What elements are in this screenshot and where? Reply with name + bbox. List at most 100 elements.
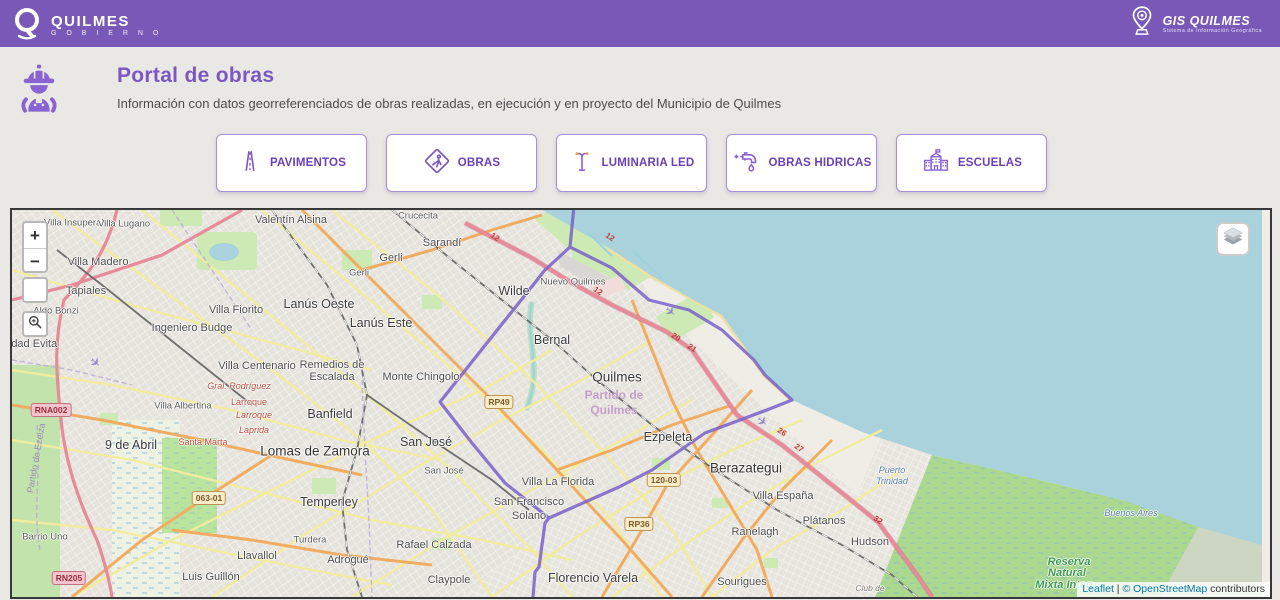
map-label: Villa Madero: [68, 256, 129, 268]
route-badge: 063-01: [192, 491, 226, 505]
map-label: Monte Chingolo: [382, 371, 459, 383]
map-label: Hudson: [851, 536, 889, 548]
map-label: Claypole: [428, 574, 471, 586]
nav-button-label: OBRAS: [458, 157, 501, 169]
leaflet-link[interactable]: Leaflet: [1082, 583, 1114, 595]
gis-pin-icon: [1127, 4, 1157, 43]
road-ref: 21: [686, 342, 698, 354]
route-badge: RNA002: [31, 403, 72, 417]
map-label: Solano: [512, 510, 546, 522]
extent-button[interactable]: [22, 277, 48, 303]
map-label: Lomas de Zamora: [260, 444, 370, 459]
map-label: Villa España: [753, 490, 814, 502]
header-bar: QUILMES G O B I E R N O GIS QUILMES Sist…: [0, 0, 1280, 47]
map-label: Bernal: [534, 333, 570, 347]
map-label: Adrogué: [327, 554, 369, 566]
school-icon: [921, 147, 951, 180]
nav-button-escuelas[interactable]: ESCUELAS: [896, 134, 1047, 192]
map-container[interactable]: Villa InsuperableVilla LuganoValentín Al…: [10, 208, 1272, 599]
map-label: Florencio Varela: [548, 571, 638, 585]
map-label: Llavallol: [237, 550, 277, 562]
layers-button[interactable]: [1216, 222, 1250, 256]
map-overlay: Villa InsuperableVilla LuganoValentín Al…: [12, 210, 1270, 597]
map-label: Villa Albertina: [154, 401, 211, 412]
attribution: Leaflet | © OpenStreetMap contributors: [1077, 582, 1270, 597]
map-label: Trinidad: [876, 476, 908, 486]
nav-button-obras-hidricas[interactable]: OBRAS HIDRICAS: [726, 134, 877, 192]
zoom-in-button[interactable]: +: [24, 223, 46, 249]
map-label: San José: [400, 435, 452, 449]
zoom-out-button[interactable]: −: [24, 249, 46, 274]
map-label: Ciudad Evita: [10, 338, 57, 350]
magnifier-button[interactable]: [22, 311, 48, 337]
map-label: Berazategui: [710, 461, 782, 476]
brand-name: QUILMES: [51, 14, 162, 30]
nav-button-label: PAVIMENTOS: [270, 157, 346, 169]
route-badge: 120-03: [647, 473, 681, 487]
nav-button-obras[interactable]: OBRAS: [386, 134, 537, 192]
route-badge: RP36: [624, 517, 653, 531]
map-label: Escalada: [309, 371, 354, 383]
nav-button-pavimentos[interactable]: PAVIMENTOS: [216, 134, 367, 192]
map-label: Larroque: [236, 410, 272, 420]
map-label: Temperley: [300, 495, 358, 509]
page-subtitle: Información con datos georreferenciados …: [117, 96, 781, 111]
map-label: Buenos Aires: [1104, 508, 1157, 518]
route-badge: RP49: [484, 395, 513, 409]
map-label: San Francisco: [494, 496, 564, 508]
map-label: Banfield: [307, 407, 352, 421]
map-label: Lanús Oeste: [284, 297, 355, 311]
nav-button-label: LUMINARIA LED: [602, 157, 695, 169]
attribution-contributors: contributors: [1207, 583, 1265, 595]
map-label: Sarandí: [423, 237, 462, 249]
nav-button-luminaria-led[interactable]: LUMINARIA LED: [556, 134, 707, 192]
map-label: Remedios de: [300, 359, 365, 371]
map-label: Ezpeleta: [644, 430, 693, 444]
worker-icon: [13, 57, 65, 124]
map-label: Villa Fiorito: [209, 304, 263, 316]
osm-link[interactable]: © OpenStreetMap: [1122, 583, 1207, 595]
map-label: Villa Centenario: [218, 360, 295, 372]
road-ref: 27: [793, 442, 805, 454]
brand-logo[interactable]: QUILMES G O B I E R N O: [10, 5, 162, 46]
map-label: Lanús Este: [350, 316, 413, 330]
map-label: 9 de Abril: [105, 438, 157, 452]
nav-button-label: ESCUELAS: [958, 157, 1022, 169]
road-ref: 20: [670, 331, 682, 343]
search-zoom-icon: [27, 314, 43, 335]
map-label: Laprida: [239, 425, 269, 435]
map-label: Ranelagh: [731, 526, 778, 538]
gis-logo[interactable]: GIS QUILMES Sistema de Información Geogr…: [1127, 4, 1262, 43]
route-badge: RN205: [52, 571, 86, 585]
map-label: Turdera: [294, 535, 327, 546]
road-ref: 12: [489, 231, 501, 243]
airport-plane-icon: ✈: [661, 302, 680, 321]
map-label: San José: [424, 466, 464, 477]
gis-subtitle: Sistema de Información Geográfica: [1163, 28, 1262, 34]
map-label: Larroque: [231, 397, 267, 407]
map-label: Plátanos: [803, 515, 846, 527]
zoom-control: + −: [22, 221, 48, 273]
airport-plane-icon: ✈: [86, 353, 105, 372]
nav-buttons: PAVIMENTOS OBRAS LUMINARIA LED OBRAS HIDRIC…: [216, 134, 1047, 192]
road-ref: 32: [872, 514, 884, 526]
map-label: Tapiales: [66, 285, 106, 297]
gis-title: GIS QUILMES: [1163, 14, 1262, 28]
map-label: Gerli: [349, 268, 369, 279]
map-label: Valentín Alsina: [255, 214, 327, 226]
brand-subtitle: G O B I E R N O: [51, 30, 162, 37]
quilmes-logo-icon: [10, 5, 44, 46]
map-label: Luis Guillón: [182, 571, 239, 583]
map-label: Club de: [855, 583, 884, 593]
map-label: Crucecita: [398, 211, 438, 222]
map-label: Puerto: [879, 465, 906, 475]
road-ref: 26: [776, 426, 788, 438]
road-ref: 12: [604, 231, 616, 243]
map-label: Villa La Florida: [522, 476, 595, 488]
streetlight-icon: [569, 148, 595, 179]
map-label: Ingeniero Budge: [152, 322, 233, 334]
map-label: Barrio Uno: [22, 532, 67, 543]
layers-icon: [1222, 227, 1244, 252]
page-title: Portal de obras: [117, 64, 274, 88]
nav-button-label: OBRAS HIDRICAS: [768, 157, 871, 169]
